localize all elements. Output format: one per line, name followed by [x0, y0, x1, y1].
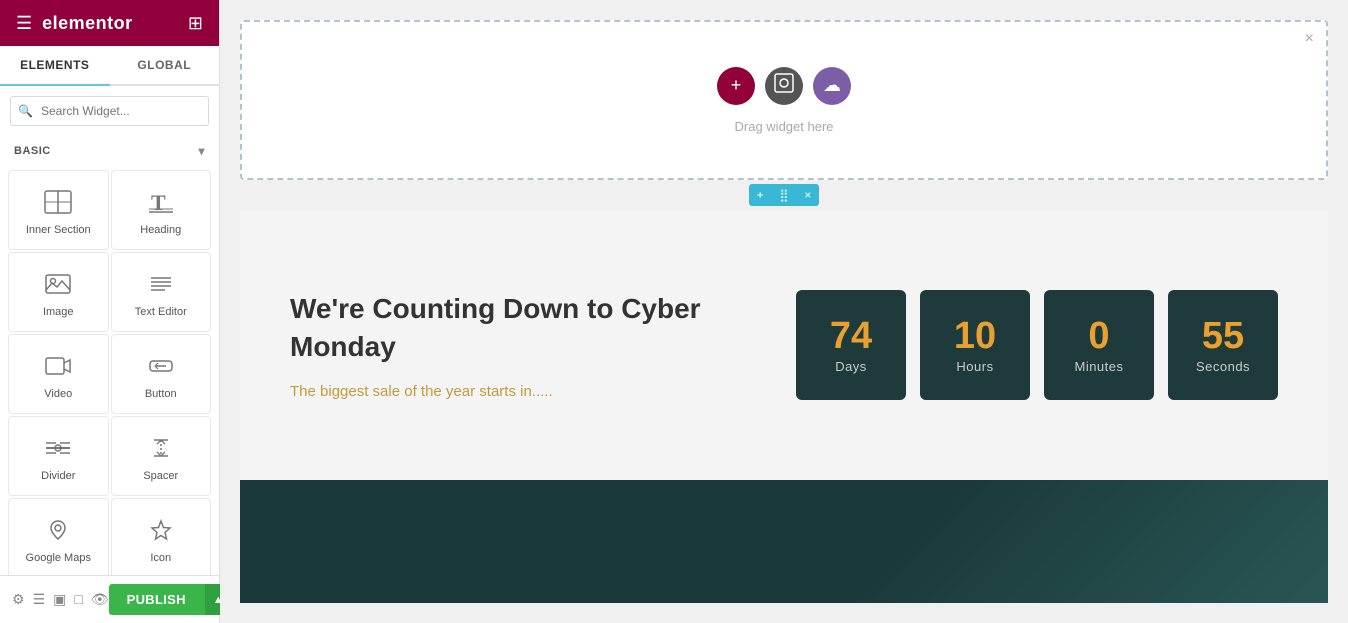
- widgets-grid: Inner Section T Heading Ima: [0, 166, 219, 575]
- chevron-down-icon: ▾: [198, 144, 205, 158]
- widget-image-label: Image: [43, 306, 74, 318]
- sidebar-tabs: ELEMENTS GLOBAL: [0, 46, 219, 86]
- sidebar: ☰ elementor ⊞ ELEMENTS GLOBAL 🔍 BASIC ▾ …: [0, 0, 220, 623]
- canvas: × + ☁ Drag widget here: [220, 0, 1348, 623]
- hamburger-icon[interactable]: ☰: [16, 13, 32, 34]
- drop-zone-actions: + ☁: [717, 67, 851, 105]
- widget-video-label: Video: [44, 388, 72, 400]
- search-input[interactable]: [10, 96, 209, 126]
- widget-icon[interactable]: Icon: [111, 498, 212, 575]
- search-icon: 🔍: [18, 104, 33, 118]
- layout-icon: [774, 73, 794, 98]
- widget-spacer-label: Spacer: [143, 470, 178, 482]
- elementor-logo: elementor: [42, 13, 133, 34]
- spacer-icon: [147, 436, 175, 464]
- drop-zone[interactable]: × + ☁ Drag widget here: [240, 20, 1328, 180]
- divider-icon: [44, 436, 72, 464]
- map-icon: [44, 518, 72, 546]
- preview-icon[interactable]: 👁: [91, 591, 109, 608]
- publish-button[interactable]: PUBLISH: [109, 584, 204, 615]
- image-icon: [44, 272, 72, 300]
- widget-image[interactable]: Image: [8, 252, 109, 332]
- countdown-subtext: The biggest sale of the year starts in..…: [290, 383, 736, 400]
- widget-divider-label: Divider: [41, 470, 75, 482]
- countdown-heading: We're Counting Down to Cyber Monday: [290, 290, 736, 366]
- settings-icon[interactable]: ⚙: [12, 591, 25, 608]
- widget-divider[interactable]: Divider: [8, 416, 109, 496]
- star-icon: [147, 518, 175, 546]
- drop-zone-close-icon[interactable]: ×: [1305, 30, 1314, 48]
- navigator-icon[interactable]: ▣: [53, 591, 66, 608]
- timer-seconds: 55 Seconds: [1168, 290, 1278, 400]
- widget-inner-section-label: Inner Section: [26, 224, 91, 236]
- widget-heading[interactable]: T Heading: [111, 170, 212, 250]
- text-editor-icon: [147, 272, 175, 300]
- drag-text: Drag widget here: [735, 119, 834, 134]
- timer-minutes-label: Minutes: [1074, 359, 1123, 374]
- widget-inner-section[interactable]: Inner Section: [8, 170, 109, 250]
- widget-text-editor[interactable]: Text Editor: [111, 252, 212, 332]
- tab-elements[interactable]: ELEMENTS: [0, 46, 110, 86]
- timer-hours-value: 10: [954, 317, 996, 355]
- section-label-text: BASIC: [14, 145, 51, 157]
- widget-google-maps-label: Google Maps: [26, 552, 91, 564]
- widget-text-editor-label: Text Editor: [135, 306, 187, 318]
- cloud-icon: ☁: [823, 75, 841, 96]
- timer-minutes: 0 Minutes: [1044, 290, 1154, 400]
- bottom-icons: ⚙ ☰ ▣ □ 👁: [12, 591, 109, 608]
- row-move-button[interactable]: ⣿: [772, 184, 797, 206]
- widget-spacer[interactable]: Spacer: [111, 416, 212, 496]
- svg-text:T: T: [151, 190, 166, 214]
- layers-icon[interactable]: ☰: [33, 591, 46, 608]
- row-toolbar: + ⣿ ×: [240, 180, 1328, 210]
- video-icon: [44, 354, 72, 382]
- widget-icon-label: Icon: [150, 552, 171, 564]
- widget-button[interactable]: Button: [111, 334, 212, 414]
- widget-heading-label: Heading: [140, 224, 181, 236]
- row-toolbar-inner: + ⣿ ×: [749, 184, 820, 206]
- sidebar-header-left: ☰ elementor: [16, 13, 133, 34]
- timer-days-label: Days: [835, 359, 867, 374]
- widget-video[interactable]: Video: [8, 334, 109, 414]
- countdown-section: We're Counting Down to Cyber Monday The …: [240, 210, 1328, 480]
- grid-icon[interactable]: ⊞: [188, 13, 203, 34]
- timer-hours-label: Hours: [956, 359, 993, 374]
- sidebar-header: ☰ elementor ⊞: [0, 0, 219, 46]
- dark-section: [240, 480, 1328, 603]
- responsive-icon[interactable]: □: [74, 591, 82, 608]
- widget-google-maps[interactable]: Google Maps: [8, 498, 109, 575]
- row-close-button[interactable]: ×: [796, 184, 819, 206]
- drop-zone-layout-button[interactable]: [765, 67, 803, 105]
- row-add-button[interactable]: +: [749, 184, 772, 206]
- drop-zone-add-button[interactable]: +: [717, 67, 755, 105]
- timer-hours: 10 Hours: [920, 290, 1030, 400]
- countdown-timers: 74 Days 10 Hours 0 Minutes 55 Seconds: [796, 290, 1278, 400]
- countdown-text-area: We're Counting Down to Cyber Monday The …: [290, 290, 736, 401]
- section-label-basic[interactable]: BASIC ▾: [0, 136, 219, 166]
- sidebar-resize-handle[interactable]: [211, 0, 219, 623]
- plus-icon: +: [731, 75, 742, 96]
- widget-button-label: Button: [145, 388, 177, 400]
- sidebar-bottom: ⚙ ☰ ▣ □ 👁 PUBLISH ▲: [0, 575, 219, 623]
- timer-days: 74 Days: [796, 290, 906, 400]
- button-icon: [147, 354, 175, 382]
- main-content: × + ☁ Drag widget here: [220, 0, 1348, 623]
- timer-seconds-label: Seconds: [1196, 359, 1250, 374]
- timer-minutes-value: 0: [1088, 317, 1109, 355]
- timer-days-value: 74: [830, 317, 872, 355]
- search-widget-wrap: 🔍: [10, 96, 209, 126]
- timer-seconds-value: 55: [1202, 317, 1244, 355]
- tab-global[interactable]: GLOBAL: [110, 46, 220, 84]
- inner-section-icon: [44, 190, 72, 218]
- drop-zone-widget-button[interactable]: ☁: [813, 67, 851, 105]
- heading-icon: T: [147, 190, 175, 218]
